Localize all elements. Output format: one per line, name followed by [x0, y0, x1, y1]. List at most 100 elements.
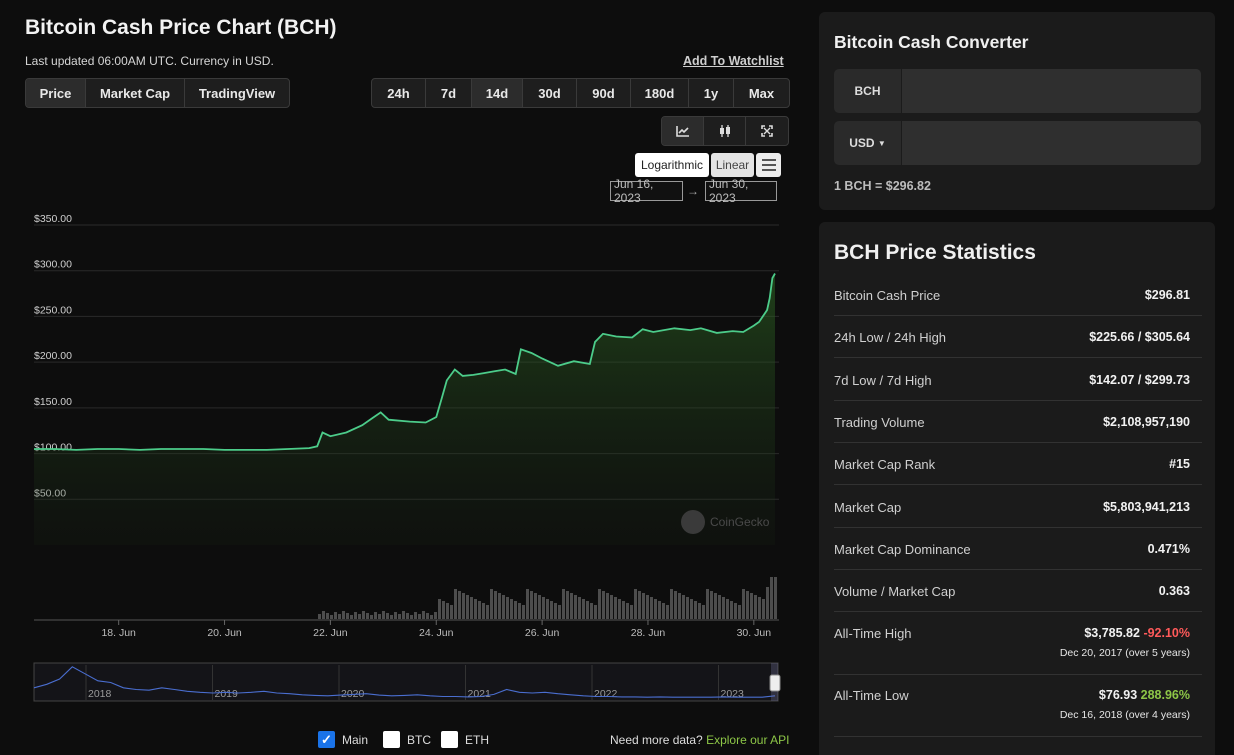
range-90d[interactable]: 90d [577, 79, 631, 107]
candlestick-icon[interactable] [704, 117, 746, 145]
range-navigator[interactable]: 2018 2019 2020 2021 2022 2023 [33, 662, 781, 702]
navigator-year-label: 2022 [594, 688, 618, 700]
ath-change: -92.10% [1143, 626, 1190, 640]
navigator-handle[interactable] [769, 674, 781, 692]
stat-label: Market Cap [834, 499, 902, 515]
volume-bar [406, 613, 409, 619]
volume-bar [702, 605, 705, 619]
stat-value: $2,108,957,190 [1103, 414, 1190, 429]
x-tick-label: 20. Jun [207, 627, 242, 639]
line-chart-icon[interactable] [662, 117, 704, 145]
volume-bar [522, 605, 525, 619]
add-to-watchlist-link[interactable]: Add To Watchlist [683, 54, 784, 68]
volume-bar [514, 601, 517, 619]
volume-bar [382, 611, 385, 619]
volume-bar [542, 597, 545, 619]
converter-title: Bitcoin Cash Converter [834, 32, 1029, 52]
volume-bar [510, 599, 513, 619]
price-chart[interactable]: $350.00$300.00$250.00$200.00$150.00$100.… [0, 205, 800, 705]
stat-row: 7d Low / 7d High $142.07 / $299.73 [834, 359, 1202, 401]
date-to-input[interactable]: Jun 30, 2023 [705, 177, 777, 205]
stat-label: Market Cap Rank [834, 457, 936, 473]
bch-input-row: BCH [834, 69, 1201, 113]
fullscreen-icon[interactable] [746, 117, 788, 145]
toggle-btc[interactable]: BTC [383, 731, 431, 748]
volume-bar [774, 577, 777, 619]
checkbox-eth[interactable] [441, 731, 458, 748]
volume-bar [654, 599, 657, 619]
range-14d[interactable]: 14d [472, 79, 523, 107]
volume-bar [390, 615, 393, 619]
volume-bar [454, 589, 457, 619]
volume-bar [682, 595, 685, 619]
volume-bar [566, 591, 569, 619]
linear-scale-button[interactable]: Linear [711, 153, 754, 177]
stat-value: $3,785.82 [1084, 626, 1140, 640]
stat-label: 24h Low / 24h High [834, 330, 947, 346]
stat-label: 7d Low / 7d High [834, 372, 932, 388]
volume-bar [486, 605, 489, 619]
stat-value: $142.07 / $299.73 [1089, 372, 1190, 387]
logarithmic-scale-button[interactable]: Logarithmic [635, 153, 709, 177]
range-1y[interactable]: 1y [689, 79, 734, 107]
volume-bar [762, 599, 765, 619]
volume-bar [342, 611, 345, 619]
volume-bar [442, 601, 445, 619]
bch-amount-input[interactable] [902, 69, 1201, 113]
chart-menu-icon[interactable] [756, 153, 781, 177]
volume-bar [666, 605, 669, 619]
toggle-main[interactable]: ✓ Main [318, 731, 368, 748]
tab-market-cap[interactable]: Market Cap [86, 79, 185, 107]
checkbox-main[interactable]: ✓ [318, 731, 335, 748]
date-from-input[interactable]: Jun 16, 2023 [610, 177, 683, 205]
range-180d[interactable]: 180d [631, 79, 689, 107]
x-tick-label: 26. Jun [525, 627, 560, 639]
range-7d[interactable]: 7d [426, 79, 472, 107]
checkbox-btc[interactable] [383, 731, 400, 748]
volume-bar [478, 601, 481, 619]
tab-tradingview[interactable]: TradingView [185, 79, 289, 107]
stat-value: $5,803,941,213 [1103, 499, 1190, 514]
volume-bar [706, 589, 709, 619]
toggle-btc-label: BTC [407, 732, 431, 747]
volume-bar [662, 603, 665, 619]
range-max[interactable]: Max [734, 79, 789, 107]
volume-bar [446, 603, 449, 619]
usd-currency-select[interactable]: USD ▼ [834, 121, 902, 165]
volume-bar [430, 615, 433, 619]
range-24h[interactable]: 24h [372, 79, 426, 107]
volume-bar [426, 613, 429, 619]
volume-bar [670, 589, 673, 619]
toggle-eth[interactable]: ETH [441, 731, 489, 748]
volume-bar [350, 615, 353, 619]
stat-value: $76.93 [1098, 688, 1138, 702]
volume-bar [590, 603, 593, 619]
usd-amount-input[interactable] [902, 121, 1201, 165]
volume-bar [686, 597, 689, 619]
volume-bar [494, 591, 497, 619]
stat-row: Trading Volume $2,108,957,190 [834, 401, 1202, 443]
volume-bar [474, 599, 477, 619]
stat-value: #15 [1169, 457, 1190, 472]
volume-bar [690, 599, 693, 619]
conversion-rate: 1 BCH = $296.82 [834, 179, 931, 193]
range-30d[interactable]: 30d [523, 79, 577, 107]
volume-bar [546, 599, 549, 619]
caret-down-icon: ▼ [877, 138, 886, 148]
price-area-fill [34, 273, 775, 545]
volume-bar [570, 593, 573, 619]
volume-bar [754, 595, 757, 619]
stat-row: Volume / Market Cap 0.363 [834, 570, 1202, 613]
volume-bar [618, 599, 621, 619]
volume-bar [634, 589, 637, 619]
tab-price[interactable]: Price [26, 79, 86, 107]
y-tick-label: $250.00 [34, 304, 72, 316]
explore-api-link[interactable]: Explore our API [706, 733, 789, 747]
volume-bar [766, 587, 769, 619]
stat-label: Trading Volume [834, 414, 925, 430]
x-tick-label: 24. Jun [419, 627, 454, 639]
navigator-year-label: 2021 [468, 688, 492, 700]
volume-bar [402, 611, 405, 619]
converter-card: Bitcoin Cash Converter BCH USD ▼ 1 BCH =… [819, 12, 1215, 210]
stat-row: Market Cap Dominance 0.471% [834, 528, 1202, 570]
